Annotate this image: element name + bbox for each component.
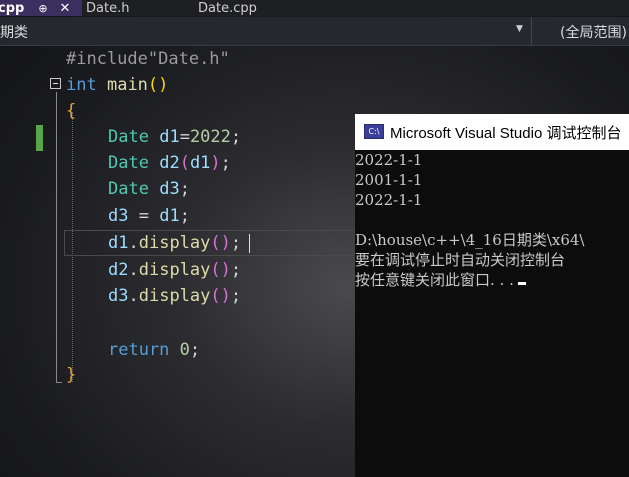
scope-dropdown[interactable]: 期类 xyxy=(0,22,28,42)
function-name: display xyxy=(138,233,211,253)
divider xyxy=(531,17,532,45)
code-line: Date d2(d1); xyxy=(108,153,231,173)
tab-date-h[interactable]: Date.h xyxy=(82,0,192,16)
collapse-icon[interactable] xyxy=(50,78,61,89)
variable: d1 xyxy=(159,206,180,226)
console-line: 2022-1-1 xyxy=(355,191,423,209)
code-line: } xyxy=(66,365,77,385)
pin-icon[interactable]: ⊕ xyxy=(38,2,47,15)
console-line: 2001-1-1 xyxy=(355,171,423,189)
console-title-bar[interactable]: C:\ Microsoft Visual Studio 调试控制台 xyxy=(355,114,629,150)
tab-main-cpp[interactable]: cpp ⊕ ✕ xyxy=(0,0,82,16)
console-cursor xyxy=(517,282,526,285)
code-line: int main() xyxy=(66,75,169,95)
function-name: display xyxy=(138,260,211,280)
text-caret xyxy=(249,234,250,253)
member-scope-dropdown[interactable]: (全局范围) xyxy=(560,22,627,42)
tab-date-cpp[interactable]: Date.cpp xyxy=(192,0,312,16)
tab-label: Date.cpp xyxy=(198,0,257,16)
console-app-icon: C:\ xyxy=(364,124,384,139)
function-name: display xyxy=(138,286,211,306)
type-name: Date xyxy=(108,153,149,173)
navigation-bar: 期类 ▼ (全局范围) xyxy=(0,17,629,46)
tab-bar: cpp ⊕ ✕ Date.h Date.cpp xyxy=(0,0,629,16)
function-name: main xyxy=(106,75,148,95)
type-name: Date xyxy=(108,127,149,147)
code-line: #include"Date.h" xyxy=(66,46,230,72)
keyword: int xyxy=(66,75,97,95)
type-name: Date xyxy=(108,179,149,199)
code-line: d2.display(); xyxy=(108,260,242,280)
variable: d2 xyxy=(108,260,129,280)
fold-guide-end xyxy=(56,382,62,383)
console-line: 要在调试停止时自动关闭控制台 xyxy=(355,251,566,269)
fold-guide xyxy=(56,92,57,382)
variable: d1 xyxy=(108,233,129,253)
code-line: { xyxy=(66,101,77,121)
debug-console-window[interactable]: C:\ Microsoft Visual Studio 调试控制台 2022-1… xyxy=(355,114,629,477)
change-marker xyxy=(36,125,43,151)
number-literal: 2022 xyxy=(189,127,231,147)
variable: d1 xyxy=(189,153,211,173)
code-line: d1.display(); xyxy=(108,233,242,253)
include-directive: #include xyxy=(66,49,148,69)
code-line: d3 = d1; xyxy=(108,206,190,226)
include-file: "Date.h" xyxy=(147,49,230,69)
console-line: 按任意键关闭此窗口. . . xyxy=(355,270,526,290)
variable: d3 xyxy=(108,286,129,306)
variable: d2 xyxy=(159,153,180,173)
tab-label: cpp xyxy=(0,0,25,16)
variable: d3 xyxy=(108,206,129,226)
variable: d1 xyxy=(159,127,180,147)
close-icon[interactable]: ✕ xyxy=(60,1,71,16)
code-line: Date d3; xyxy=(108,179,190,199)
code-line: Date d1=2022; xyxy=(108,127,242,147)
variable: d3 xyxy=(159,179,180,199)
console-prompt-text: 按任意键关闭此窗口. . . xyxy=(355,271,514,289)
console-title: Microsoft Visual Studio 调试控制台 xyxy=(390,125,622,142)
console-line: D:\house\c++\4_16日期类\x64\ xyxy=(355,231,585,249)
console-line: 2022-1-1 xyxy=(355,151,423,169)
number-literal: 0 xyxy=(179,340,190,360)
chevron-down-icon[interactable]: ▼ xyxy=(516,24,523,34)
code-line: d3.display(); xyxy=(108,286,242,306)
keyword: return xyxy=(108,340,170,360)
code-line: return 0; xyxy=(108,340,201,360)
tab-label: Date.h xyxy=(86,0,130,16)
